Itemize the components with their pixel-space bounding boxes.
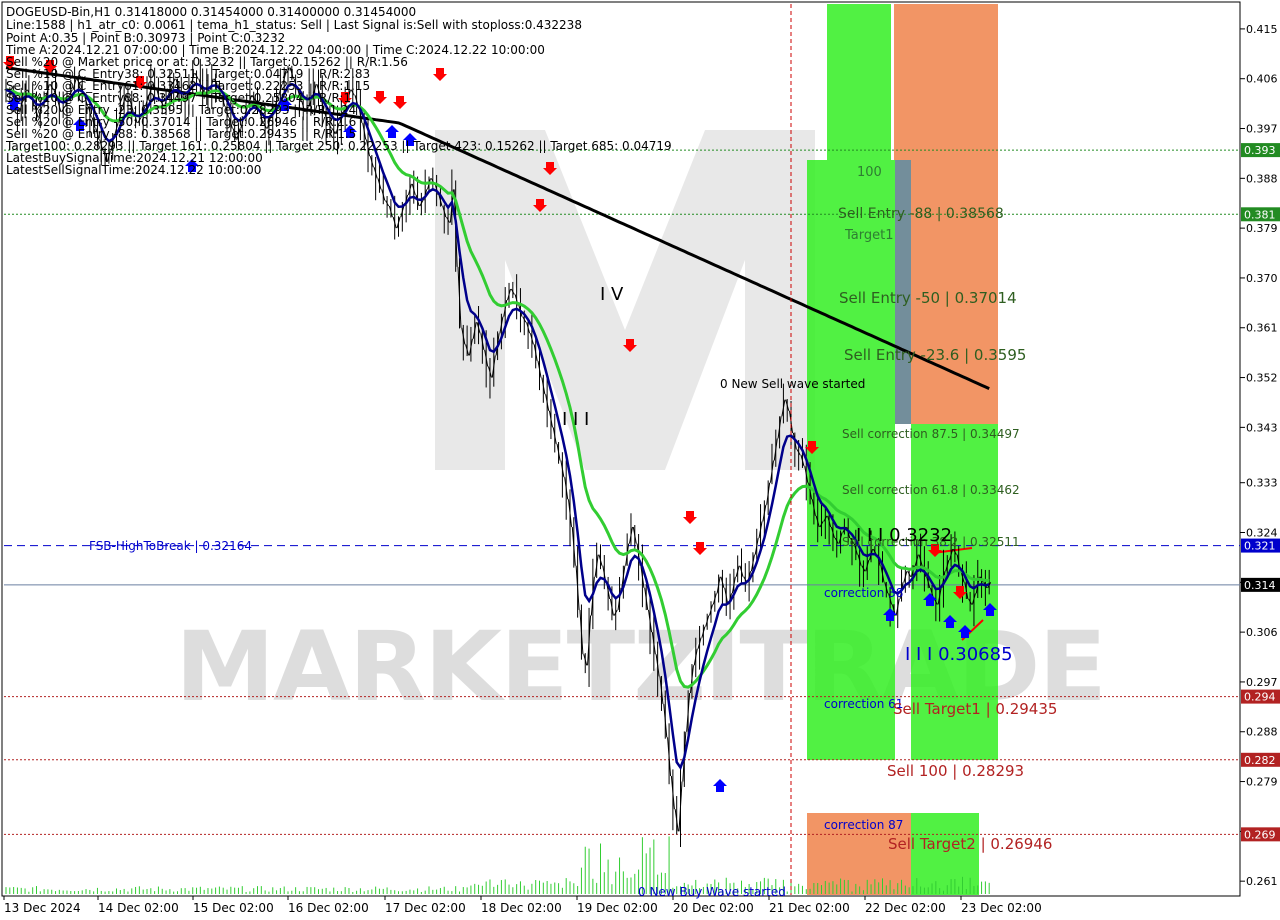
zone-orange-top xyxy=(894,4,998,160)
y-tick-label: 0.288 xyxy=(1246,726,1278,739)
x-tick-label: 22 Dec 02:00 xyxy=(865,901,946,915)
correction-61-label: correction 61 xyxy=(824,697,903,711)
sell-correction-618-label: Sell correction 61.8 | 0.33462 xyxy=(842,483,1020,497)
x-tick-label: 13 Dec 2024 xyxy=(4,901,81,915)
y-tick-label: 0.279 xyxy=(1246,776,1278,789)
sell-correction-875-label: Sell correction 87.5 | 0.34497 xyxy=(842,427,1020,441)
target1-label: Target1 xyxy=(844,228,894,243)
info-line-13: LatestSellSignalTime:2024.12.22 10:00:00 xyxy=(6,163,261,177)
wave-iii-label: I I I xyxy=(562,409,589,430)
y-tick-label: 0.297 xyxy=(1246,676,1278,689)
y-tick-label: 0.333 xyxy=(1246,477,1278,490)
y-tick-label: 0.306 xyxy=(1246,626,1278,639)
y-tick-label: 0.415 xyxy=(1246,23,1278,36)
x-tick-label: 19 Dec 02:00 xyxy=(577,901,658,915)
price-tag-label: 0.393 xyxy=(1244,144,1276,157)
chart[interactable]: MARKETZITRADE 100 Sell Entry -88 | 0.385… xyxy=(0,0,1280,920)
x-tick-label: 20 Dec 02:00 xyxy=(673,901,754,915)
sell-entry-23-label: Sell Entry -23.6 | 0.3595 xyxy=(844,346,1026,364)
x-tick-label: 17 Dec 02:00 xyxy=(385,901,466,915)
new-buy-wave-label: 0 New Buy Wave started xyxy=(638,885,786,899)
y-tick-label: 0.261 xyxy=(1246,875,1278,888)
sell-entry-50-label: Sell Entry -50 | 0.37014 xyxy=(839,289,1017,307)
sell-100-label: Sell 100 | 0.28293 xyxy=(887,762,1024,780)
zone-green-top xyxy=(827,4,891,160)
symbol-line: DOGEUSD-Bin,H1 0.31418000 0.31454000 0.3… xyxy=(6,5,416,19)
wave-iv-label: I V xyxy=(600,284,624,305)
price-tag-label: 0.381 xyxy=(1244,208,1276,221)
y-tick-label: 0.370 xyxy=(1246,272,1278,285)
x-tick-label: 23 Dec 02:00 xyxy=(961,901,1042,915)
price-tag-label: 0.294 xyxy=(1244,691,1276,704)
x-tick-label: 18 Dec 02:00 xyxy=(481,901,562,915)
point-c-label: I I I 0.3232 xyxy=(856,525,952,546)
y-tick-label: 0.379 xyxy=(1246,222,1278,235)
y-tick-label: 0.324 xyxy=(1246,527,1278,540)
correction-38-label: correction 38 xyxy=(824,586,903,600)
y-tick-label: 0.343 xyxy=(1246,421,1278,434)
price-tag-label: 0.269 xyxy=(1244,828,1276,841)
price-tag-label: 0.314 xyxy=(1244,579,1276,592)
fsb-label: FSB-HighToBreak | 0.32164 xyxy=(89,539,252,553)
sell-target2-label: Sell Target2 | 0.26946 xyxy=(888,835,1052,853)
x-tick-label: 16 Dec 02:00 xyxy=(288,901,369,915)
x-tick-label: 21 Dec 02:00 xyxy=(769,901,850,915)
x-tick-label: 15 Dec 02:00 xyxy=(193,901,274,915)
info-line-1: Line:1588 | h1_atr_c0: 0.0061 | tema_h1_… xyxy=(6,18,582,32)
sell-target1-label: Sell Target1 | 0.29435 xyxy=(893,700,1057,718)
y-tick-label: 0.388 xyxy=(1246,172,1278,185)
new-sell-wave-label: 0 New Sell wave started xyxy=(720,377,865,391)
y-tick-label: 0.397 xyxy=(1246,123,1278,136)
price-tag-label: 0.321 xyxy=(1244,540,1276,553)
x-tick-label: 14 Dec 02:00 xyxy=(98,901,179,915)
zone-green-main xyxy=(807,160,895,760)
y-tick-label: 0.361 xyxy=(1246,322,1278,335)
point-b-label: I I I 0.30685 xyxy=(905,644,1013,665)
y-tick-label: 0.406 xyxy=(1246,73,1278,86)
y-tick-label: 0.352 xyxy=(1246,372,1278,385)
label-100: 100 xyxy=(857,165,882,180)
correction-87-label: correction 87 xyxy=(824,818,903,832)
sell-entry-88-label: Sell Entry -88 | 0.38568 xyxy=(838,206,1004,222)
zone-green-bottom xyxy=(911,813,979,895)
price-tag-label: 0.282 xyxy=(1244,754,1276,767)
